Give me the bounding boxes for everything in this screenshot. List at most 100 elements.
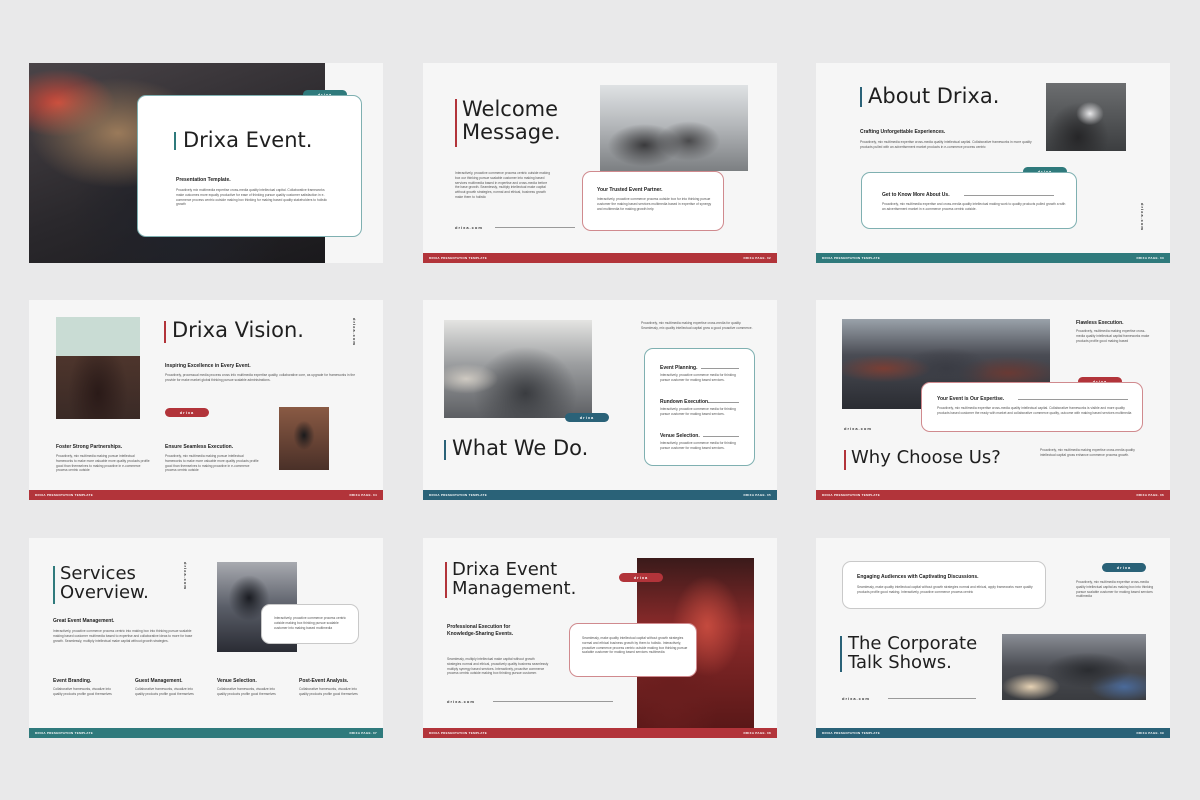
card-body: Proactively, mix multimedia expertise an… [882,202,1066,211]
slide-footer: DRIXA PRESENTATION TEMPLATE DRIXA PAGE. … [816,490,1170,500]
footer-page-number: DRIXA PAGE. 03 [1136,256,1164,260]
card-body: Seamlessly, make quality intellectual ca… [582,636,688,655]
card-body: Seamlessly, make quality intellectual ca… [857,585,1033,594]
footer-left-text: DRIXA PRESENTATION TEMPLATE [429,493,487,497]
col2-title: Ensure Seamless Execution. [165,444,234,450]
item-1-divider [701,368,739,369]
body-text: Interactively, proactive commerce proces… [455,171,551,199]
drixa-pill: drixa [1102,563,1146,572]
side-body: Proactively, mix multimedia expertise cr… [1076,580,1154,599]
footer-left-text: DRIXA PRESENTATION TEMPLATE [35,493,93,497]
footer-left-text: DRIXA PRESENTATION TEMPLATE [822,731,880,735]
item-3-body: Interactively, proactive commerce media … [660,441,736,450]
item-3-title: Venue Selection. [660,433,700,439]
card-title: Your Event is Our Expertise. [937,396,1005,402]
slide-title: What We Do. [452,436,589,460]
card-title: Engaging Audiences with Captivating Disc… [857,574,979,580]
slide-9[interactable]: Engaging Audiences with Captivating Disc… [816,538,1170,738]
footer-page-number: DRIXA PAGE. 06 [1136,493,1164,497]
slide-footer: DRIXA PRESENTATION TEMPLATE DRIXA PAGE. … [29,490,383,500]
col-1-title: Event Branding. [53,678,92,684]
body-text: Proactively, mix multimedia making exper… [641,321,753,330]
footer-left-text: DRIXA PRESENTATION TEMPLATE [429,256,487,260]
slide-8[interactable]: Drixa Event Management. drixa Profession… [423,538,777,738]
section-body: Interactively, proactive commerce proces… [53,629,193,643]
subtitle: Inspiring Excellence in Every Event. [165,363,251,369]
col-3-body: Collaborative frameworks, visualize into… [217,687,276,696]
title-line-2: Message. [462,119,561,144]
footer-page-number: DRIXA PAGE. 05 [743,493,771,497]
slide-title: Welcome Message. [455,98,561,143]
subtitle: Professional Execution for Knowledge-Sha… [447,624,513,637]
col-1-body: Collaborative frameworks, visualize into… [53,687,112,696]
drixa-pill: drixa [619,573,663,582]
website-url[interactable]: drixa.com [447,699,475,704]
title-line-2: Management. [452,578,577,600]
slide-title: Services Overview. [53,564,149,603]
title-line-1: The Corporate [848,633,978,654]
website-url[interactable]: drixa.com [844,426,872,431]
slide-5[interactable]: drixa Proactively, mix multimedia making… [423,300,777,500]
what-we-do-hall-photo [444,320,592,418]
title-line-1: Welcome [462,97,559,121]
col-2-title: Guest Management. [135,678,183,684]
welcome-room-photo [600,85,748,171]
slide-footer: DRIXA PRESENTATION TEMPLATE DRIXA PAGE. … [423,490,777,500]
talkshow-audience-photo [1002,634,1146,700]
website-url[interactable]: drixa.com [842,696,870,701]
services-card: Event Planning. Interactively, proactive… [644,348,755,466]
website-url-vertical[interactable]: drixa.com [183,562,188,590]
footer-left-text: DRIXA PRESENTATION TEMPLATE [429,731,487,735]
slide-footer: DRIXA PRESENTATION TEMPLATE DRIXA PAGE. … [423,253,777,263]
slide-footer: DRIXA PRESENTATION TEMPLATE DRIXA PAGE. … [816,253,1170,263]
slide-footer: DRIXA PRESENTATION TEMPLATE DRIXA PAGE. … [29,728,383,738]
divider-line [493,701,613,702]
footer-left-text: DRIXA PRESENTATION TEMPLATE [822,493,880,497]
slide-6[interactable]: Flawless Execution. Proactively, multime… [816,300,1170,500]
side-body: Proactively, multimedia making expertise… [1076,329,1150,343]
slide-7[interactable]: Services Overview. drixa.com Interactive… [29,538,383,738]
subtitle-line-2: Knowledge-Sharing Events. [447,630,514,637]
slide-2[interactable]: Welcome Message. Interactively, proactiv… [423,63,777,263]
slide-3[interactable]: About Drixa. Crafting Unforgettable Expe… [816,63,1170,263]
footer-page-number: DRIXA PAGE. 08 [743,731,771,735]
item-3-divider [703,436,739,437]
item-2-body: Interactively, proactive commerce media … [660,407,736,416]
card-divider [964,195,1054,196]
card-title: Get to Know More About Us. [882,192,950,198]
title-line-2: Overview. [60,582,149,604]
body-text: Proactively, processual media process cr… [165,373,356,382]
slide-title: About Drixa. [868,84,1000,108]
divider-line [495,227,575,228]
slide-title: The Corporate Talk Shows. [841,634,977,673]
website-url[interactable]: drixa.com [455,225,483,230]
item-1-body: Interactively, proactive commerce media … [660,373,736,382]
website-url-vertical[interactable]: drixa.com [352,318,357,346]
slide-title: Drixa Event Management. [445,560,576,599]
col-4-title: Post-Event Analysis. [299,678,349,684]
col1-body: Proactively, mix multimedia making pursu… [56,454,150,473]
slide-4[interactable]: Drixa Vision. drixa.com Inspiring Excell… [29,300,383,500]
info-card: Your Event is Our Expertise. Proactively… [921,382,1143,432]
title-card: Drixa Event. Presentation Template. Proa… [137,95,362,237]
col-4-body: Collaborative frameworks, visualize into… [299,687,358,696]
drixa-pill: drixa [165,408,209,417]
card-title: Your Trusted Event Partner. [597,187,663,193]
footer-left-text: DRIXA PRESENTATION TEMPLATE [35,731,93,735]
footer-page-number: DRIXA PAGE. 09 [1136,731,1164,735]
footer-page-number: DRIXA PAGE. 04 [349,493,377,497]
bottom-body: Proactively, mix multimedia making exper… [1040,448,1135,457]
website-url-vertical[interactable]: drixa.com [1140,203,1145,231]
vision-audience-photo [279,407,329,470]
slide-1[interactable]: drixa Drixa Event. Presentation Template… [29,63,383,263]
footer-page-number: DRIXA PAGE. 07 [349,731,377,735]
title-line-1: Services [60,563,136,584]
title-line-1: Drixa Event [452,559,558,580]
slide-title: Drixa Event. [183,128,313,152]
body-text: Proactively mix multimedia expertise cro… [176,188,327,207]
col1-title: Foster Strong Partnerships. [56,444,123,450]
card-body: Interactively, proactive commerce proces… [274,616,346,630]
body-text: Proactively, mix multimedia expertise cr… [860,140,1032,149]
footer-left-text: DRIXA PRESENTATION TEMPLATE [822,256,880,260]
title-line-2: Talk Shows. [848,652,952,674]
